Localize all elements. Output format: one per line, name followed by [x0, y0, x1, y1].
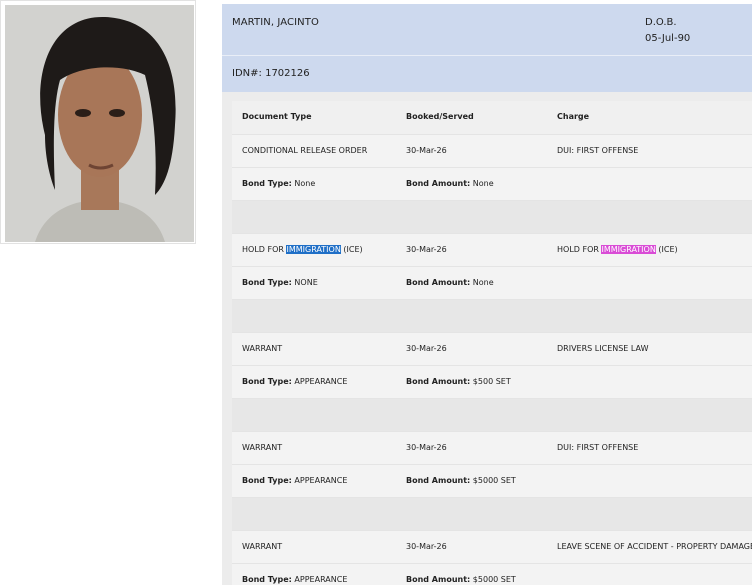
table-header-row: Document Type Booked/Served Charge — [232, 101, 752, 135]
bond-type-value: None — [294, 179, 316, 188]
bond-amount-label: Bond Amount: — [406, 476, 471, 485]
bond-type-label: Bond Type: — [242, 179, 292, 188]
dob-value: 05-Jul-90 — [645, 33, 691, 44]
mugshot-frame — [0, 0, 196, 244]
charge: HOLD FOR IMMIGRATION (ICE) — [557, 234, 678, 266]
document-type: WARRANT — [242, 443, 283, 452]
bond-row: Bond Type: APPEARANCE Bond Amount: $5000… — [232, 465, 752, 498]
booked-date: 30-Mar-26 — [406, 146, 447, 155]
bond-type: Bond Type: APPEARANCE — [242, 564, 347, 585]
bond-type: Bond Type: None — [242, 168, 315, 200]
idn-value: 1702126 — [265, 68, 310, 79]
bond-amount-label: Bond Amount: — [406, 575, 471, 584]
dob-label: D.O.B. — [645, 17, 677, 28]
mugshot-photo — [5, 5, 194, 242]
bond-amount: Bond Amount: None — [406, 168, 494, 200]
charge: LEAVE SCENE OF ACCIDENT - PROPERTY DAMAG… — [557, 542, 752, 551]
charge-suffix: (ICE) — [658, 245, 678, 254]
document-type: WARRANT — [242, 542, 283, 551]
bond-type-label: Bond Type: — [242, 476, 292, 485]
idn-line: IDN#: 1702126 — [232, 68, 310, 79]
bond-amount-label: Bond Amount: — [406, 377, 471, 386]
doc-type-prefix: HOLD FOR — [242, 245, 284, 254]
bond-type-label: Bond Type: — [242, 278, 292, 287]
bond-amount: Bond Amount: $5000 SET — [406, 564, 516, 585]
bond-amount-label: Bond Amount: — [406, 278, 471, 287]
row-spacer — [232, 201, 752, 234]
charge-highlight: IMMIGRATION — [601, 245, 656, 254]
inmate-header: MARTIN, JACINTO D.O.B. 05-Jul-90 — [222, 4, 752, 56]
inmate-record-panel: MARTIN, JACINTO D.O.B. 05-Jul-90 IDN#: 1… — [222, 4, 752, 585]
table-row: WARRANT 30-Mar-26 LEAVE SCENE OF ACCIDEN… — [232, 531, 752, 564]
bond-amount-value: $500 SET — [472, 377, 511, 386]
table-row: WARRANT 30-Mar-26 DRIVERS LICENSE LAW — [232, 333, 752, 366]
bond-type-value: NONE — [294, 278, 318, 287]
bond-type: Bond Type: NONE — [242, 267, 318, 299]
bond-type-value: APPEARANCE — [294, 377, 348, 386]
bond-type-label: Bond Type: — [242, 575, 292, 584]
header-booked-served: Booked/Served — [406, 112, 474, 121]
doc-type-suffix: (ICE) — [343, 245, 363, 254]
charge-prefix: HOLD FOR — [557, 245, 599, 254]
idn-header: IDN#: 1702126 — [222, 56, 752, 92]
doc-type-highlight: IMMIGRATION — [286, 245, 341, 254]
header-document-type: Document Type — [242, 112, 312, 121]
bond-type-value: APPEARANCE — [294, 476, 348, 485]
bond-amount: Bond Amount: $5000 SET — [406, 465, 516, 497]
mugshot-image — [5, 5, 194, 242]
inmate-name: MARTIN, JACINTO — [232, 17, 319, 28]
bond-type-label: Bond Type: — [242, 377, 292, 386]
bond-row: Bond Type: None Bond Amount: None — [232, 168, 752, 201]
document-type: CONDITIONAL RELEASE ORDER — [242, 146, 368, 155]
bond-amount: Bond Amount: None — [406, 267, 494, 299]
charge: DUI: FIRST OFFENSE — [557, 146, 639, 155]
bond-type: Bond Type: APPEARANCE — [242, 366, 347, 398]
booked-date: 30-Mar-26 — [406, 344, 447, 353]
charge: DUI: FIRST OFFENSE — [557, 443, 639, 452]
bond-type-value: APPEARANCE — [294, 575, 348, 584]
document-type: HOLD FOR IMMIGRATION (ICE) — [242, 234, 363, 266]
row-spacer — [232, 399, 752, 432]
bond-amount-value: $5000 SET — [472, 476, 516, 485]
row-spacer — [232, 300, 752, 333]
bond-amount-label: Bond Amount: — [406, 179, 471, 188]
bond-amount: Bond Amount: $500 SET — [406, 366, 511, 398]
document-type: WARRANT — [242, 344, 283, 353]
bond-type: Bond Type: APPEARANCE — [242, 465, 347, 497]
bond-amount-value: None — [472, 278, 494, 287]
bond-row: Bond Type: NONE Bond Amount: None — [232, 267, 752, 300]
charges-table: Document Type Booked/Served Charge CONDI… — [232, 101, 752, 585]
bond-row: Bond Type: APPEARANCE Bond Amount: $500 … — [232, 366, 752, 399]
table-row: WARRANT 30-Mar-26 DUI: FIRST OFFENSE — [232, 432, 752, 465]
bond-amount-value: None — [472, 179, 494, 188]
table-row: HOLD FOR IMMIGRATION (ICE) 30-Mar-26 HOL… — [232, 234, 752, 267]
header-charge: Charge — [557, 112, 590, 121]
row-spacer — [232, 498, 752, 531]
booked-date: 30-Mar-26 — [406, 542, 447, 551]
bond-amount-value: $5000 SET — [472, 575, 516, 584]
table-row: CONDITIONAL RELEASE ORDER 30-Mar-26 DUI:… — [232, 135, 752, 168]
idn-label: IDN#: — [232, 68, 262, 79]
bond-row: Bond Type: APPEARANCE Bond Amount: $5000… — [232, 564, 752, 585]
charge: DRIVERS LICENSE LAW — [557, 344, 649, 353]
booked-date: 30-Mar-26 — [406, 245, 447, 254]
booked-date: 30-Mar-26 — [406, 443, 447, 452]
